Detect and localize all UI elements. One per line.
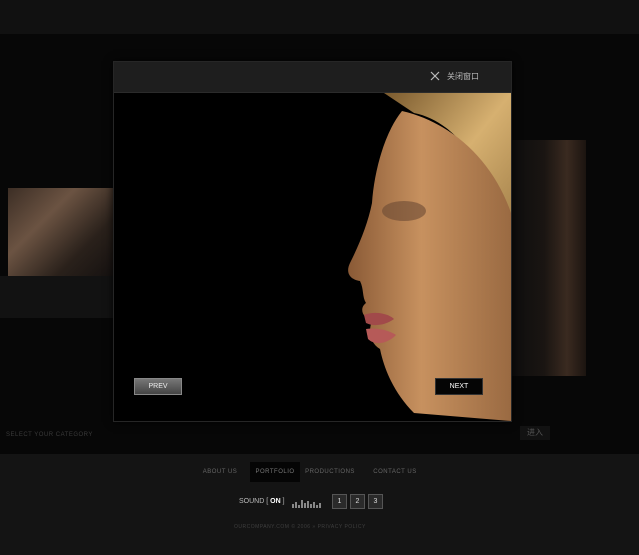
page-button-3[interactable]: 3 <box>368 494 383 509</box>
nav-about-us[interactable]: ABOUT US <box>196 462 244 482</box>
background-caption: SELECT YOUR CATEGORY <box>6 432 93 438</box>
copyright-text: OURCOMPANY.COM © 2006 » PRIVACY POLICY <box>234 524 366 530</box>
top-bar-text: ···· ··· ·· ···· ·· ··· ······ ···· ····… <box>215 0 348 3</box>
nav-portfolio[interactable]: PORTFOLIO <box>250 462 300 482</box>
nav-contact-us[interactable]: CONTACT US <box>366 462 424 482</box>
sound-label: SOUND <box>239 498 265 505</box>
sound-toggle[interactable]: SOUND [ ON ] <box>239 498 285 505</box>
image-lightbox: 关闭窗口 PREV NEXT <box>113 61 512 422</box>
footer: ABOUT US PORTFOLIO PRODUCTIONS CONTACT U… <box>0 454 639 555</box>
background-thumbnail-left[interactable] <box>8 188 114 276</box>
background-thumbnail-right[interactable] <box>510 140 586 376</box>
lightbox-image <box>114 93 511 421</box>
enter-button[interactable]: 进入 <box>520 426 550 440</box>
page-button-1[interactable]: 1 <box>332 494 347 509</box>
portrait-photo <box>348 93 511 421</box>
background-thumbnail-shadow <box>0 276 114 318</box>
nav-productions[interactable]: PRODUCTIONS <box>305 462 355 482</box>
sound-state: ON <box>270 498 281 505</box>
sound-bracket-close: ] <box>280 498 285 505</box>
prev-button[interactable]: PREV <box>134 378 182 395</box>
lightbox-header: 关闭窗口 <box>114 62 511 93</box>
close-icon[interactable] <box>430 71 440 81</box>
next-button[interactable]: NEXT <box>435 378 483 395</box>
top-bar: ···· ··· ·· ···· ·· ··· ······ ···· ····… <box>0 0 639 34</box>
equalizer-icon <box>292 500 321 508</box>
close-window-link[interactable]: 关闭窗口 <box>447 71 479 82</box>
page-button-2[interactable]: 2 <box>350 494 365 509</box>
